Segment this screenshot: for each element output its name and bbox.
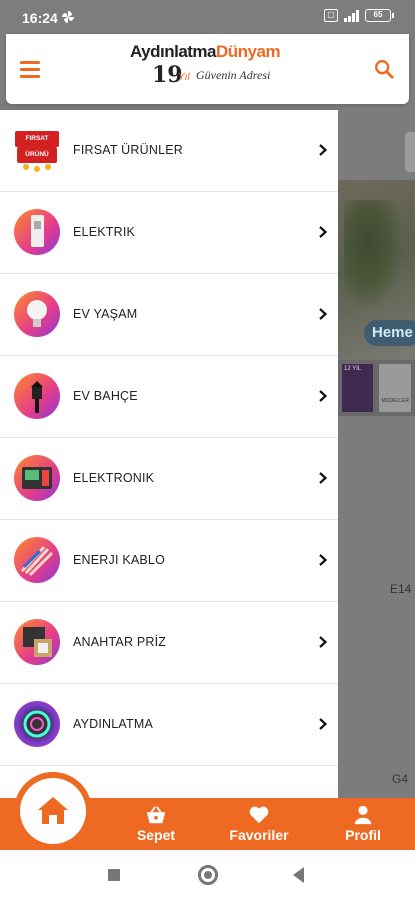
anahtar-priz-category-icon <box>14 619 60 665</box>
elektronik-category-icon <box>14 455 60 501</box>
background-label-e14: E14 <box>390 582 412 596</box>
drawer-item-firsat-urunler[interactable]: FIRSAT ÜRÜNÜ FIRSAT ÜRÜNLER <box>0 110 338 192</box>
drawer-item-ev-yasam[interactable]: EV YAŞAM <box>0 274 338 356</box>
ev-yasam-category-icon <box>14 291 60 337</box>
chevron-right-icon <box>319 554 328 566</box>
background-corner-element <box>405 132 415 172</box>
enerji-kablo-category-icon <box>14 537 60 583</box>
nav-favoriler[interactable]: Favoriler <box>219 800 299 848</box>
home-button-inner <box>20 778 86 844</box>
nav-profil[interactable]: Profil <box>323 800 403 848</box>
app-header: AydınlatmaDünyam 19 Yıl Güvenin Adresi <box>6 34 409 104</box>
nav-sepet-label: Sepet <box>136 827 176 843</box>
back-icon[interactable] <box>293 867 304 883</box>
drawer-item-aydinlatma[interactable]: AYDINLATMA <box>0 684 338 766</box>
background-pill-button: Heme <box>364 320 415 346</box>
user-icon <box>354 805 372 825</box>
hamburger-icon[interactable] <box>20 61 40 78</box>
status-bar: 16:24 ▢ 65 <box>0 0 415 34</box>
logo-wordmark: AydınlatmaDünyam <box>130 42 281 62</box>
background-content: Heme 12 YIL MODELLER E14 G4 <box>338 110 415 798</box>
drawer-item-label: FIRSAT ÜRÜNLER <box>73 143 183 157</box>
nav-favoriler-label: Favoriler <box>229 827 289 843</box>
firsat-badge-text: FIRSAT ÜRÜNÜ <box>25 135 49 158</box>
drawer-item-label: EV BAHÇE <box>73 389 138 403</box>
status-time: 16:24 <box>22 10 58 26</box>
aydinlatma-category-icon <box>14 701 60 747</box>
logo-years-suffix: Yıl <box>178 72 190 83</box>
fan-icon <box>62 11 74 23</box>
drawer-item-label: ELEKTRONIK <box>73 471 155 485</box>
chevron-right-icon <box>319 636 328 648</box>
home-system-icon[interactable] <box>198 865 218 885</box>
ev-bahce-category-icon <box>14 373 60 419</box>
chevron-right-icon <box>319 390 328 402</box>
brand-logo[interactable]: AydınlatmaDünyam 19 Yıl Güvenin Adresi <box>126 42 296 94</box>
nav-profil-label: Profil <box>345 827 381 843</box>
firsat-badge-icon: FIRSAT ÜRÜNÜ <box>14 127 60 173</box>
chevron-right-icon <box>319 308 328 320</box>
drawer-item-label: AYDINLATMA <box>73 717 154 731</box>
home-icon <box>38 797 68 824</box>
sim-icon: ▢ <box>324 9 338 22</box>
chevron-right-icon <box>319 144 328 156</box>
background-label-g4: G4 <box>392 772 409 786</box>
drawer-item-label: EV YAŞAM <box>73 307 138 321</box>
background-thumb-2: MODELLER <box>379 364 411 412</box>
nav-sepet[interactable]: Sepet <box>116 800 196 848</box>
chevron-right-icon <box>319 718 328 730</box>
category-drawer: FIRSAT ÜRÜNÜ FIRSAT ÜRÜNLER ELEKTRIK EV … <box>0 110 338 800</box>
drawer-item-label: ELEKTRIK <box>73 225 136 239</box>
logo-tagline: Güvenin Adresi <box>196 68 271 82</box>
drawer-item-label: ENERJI KABLO <box>73 553 166 567</box>
home-button[interactable] <box>14 772 92 850</box>
status-icons: ▢ 65 <box>324 9 394 22</box>
chevron-right-icon <box>319 226 328 238</box>
drawer-item-elektrik[interactable]: ELEKTRIK <box>0 192 338 274</box>
drawer-item-anahtar-priz[interactable]: ANAHTAR PRİZ <box>0 602 338 684</box>
search-icon[interactable] <box>373 58 395 80</box>
recent-apps-icon[interactable] <box>108 869 120 881</box>
basket-icon <box>146 806 166 824</box>
background-plant-image <box>344 200 404 310</box>
elektrik-category-icon <box>14 209 60 255</box>
signal-icon <box>344 9 359 22</box>
system-navigation-bar <box>0 850 415 900</box>
background-thumb-1: 12 YIL <box>342 364 374 412</box>
logo-text-part1: Aydınlatma <box>130 42 217 61</box>
battery-text: 65 <box>373 10 383 19</box>
background-thumbnails: 12 YIL MODELLER <box>338 360 415 416</box>
chevron-right-icon <box>319 472 328 484</box>
heart-icon <box>249 806 269 824</box>
battery-icon: 65 <box>365 9 394 22</box>
background-thumb-2-text: MODELLER <box>381 398 409 404</box>
background-thumb-1-text: 12 YIL <box>344 366 362 372</box>
drawer-item-elektronik[interactable]: ELEKTRONIK <box>0 438 338 520</box>
drawer-item-ev-bahce[interactable]: EV BAHÇE <box>0 356 338 438</box>
logo-text-part2: Dünyam <box>216 42 281 61</box>
drawer-item-label: ANAHTAR PRİZ <box>73 635 167 649</box>
drawer-item-enerji-kablo[interactable]: ENERJI KABLO <box>0 520 338 602</box>
